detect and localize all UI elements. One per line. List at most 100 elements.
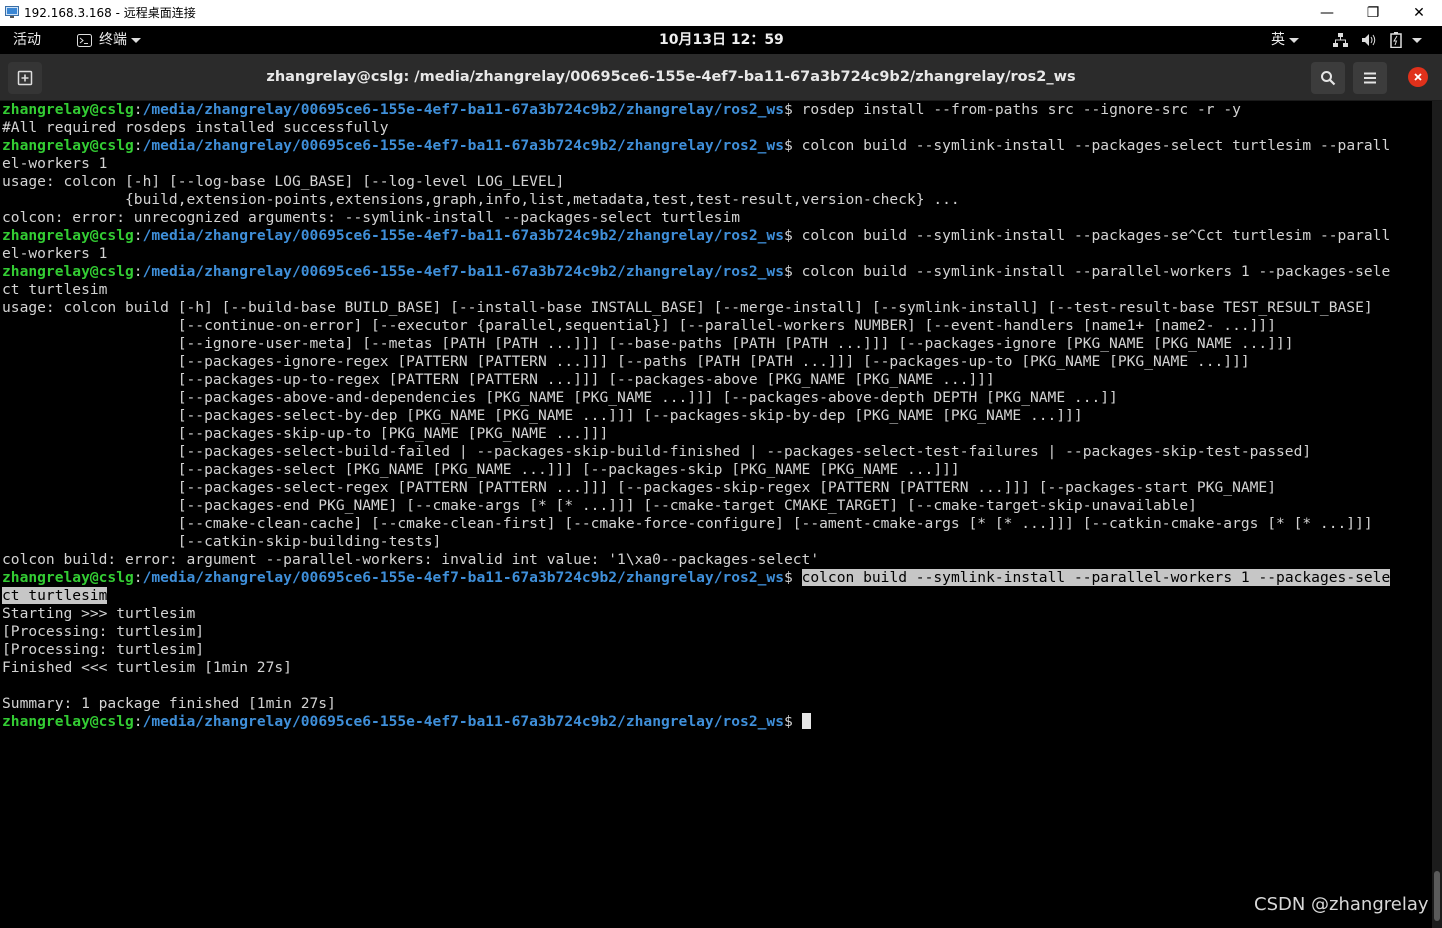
restore-button[interactable]: ❐ (1350, 0, 1396, 26)
close-icon (1414, 73, 1422, 81)
prompt-path: /media/zhangrelay/00695ce6-155e-4ef7-ba1… (142, 713, 784, 730)
output-line: [--packages-end PKG_NAME] [--cmake-args … (2, 497, 1390, 515)
app-menu[interactable]: 终端 (77, 26, 141, 54)
volume-icon (1362, 34, 1376, 46)
output-text: colcon: error: unrecognized arguments: -… (2, 209, 741, 226)
close-icon: ✕ (1413, 5, 1425, 21)
prompt-path: /media/zhangrelay/00695ce6-155e-4ef7-ba1… (142, 569, 784, 586)
output-text: [--packages-ignore-regex [PATTERN [PATTE… (2, 353, 1250, 370)
text-cursor (801, 713, 811, 729)
output-text: [--catkin-skip-building-tests] (2, 533, 442, 550)
prompt-user: zhangrelay@cslg (2, 569, 134, 586)
terminal-title: zhangrelay@cslg: /media/zhangrelay/00695… (266, 69, 1076, 85)
input-method-label: 英 (1271, 32, 1285, 48)
scrollbar-thumb[interactable] (1434, 871, 1440, 921)
prompt-user: zhangrelay@cslg (2, 101, 134, 118)
output-text: colcon build: error: argument --parallel… (2, 551, 820, 568)
output-text: [--continue-on-error] [--executor {paral… (2, 317, 1276, 334)
prompt-line: zhangrelay@cslg:/media/zhangrelay/00695c… (2, 713, 1390, 731)
command-text: rosdep install --from-paths src --ignore… (801, 101, 1241, 118)
output-line: [--packages-select-regex [PATTERN [PATTE… (2, 479, 1390, 497)
terminal-header-bar: zhangrelay@cslg: /media/zhangrelay/00695… (0, 54, 1442, 101)
minimize-button[interactable]: — (1304, 0, 1350, 26)
prompt-line: zhangrelay@cslg:/media/zhangrelay/00695c… (2, 227, 1390, 245)
output-line: [--catkin-skip-building-tests] (2, 533, 1390, 551)
prompt-separator: : (133, 227, 143, 244)
output-text: Summary: 1 package finished [1min 27s] (2, 695, 336, 712)
output-line: colcon: error: unrecognized arguments: -… (2, 209, 1390, 227)
output-line: [Processing: turtlesim] (2, 641, 1390, 659)
prompt-line: zhangrelay@cslg:/media/zhangrelay/00695c… (2, 263, 1390, 281)
output-line: [Processing: turtlesim] (2, 623, 1390, 641)
prompt-user: zhangrelay@cslg (2, 137, 134, 154)
chevron-down-icon (131, 37, 141, 43)
new-tab-button[interactable] (8, 62, 42, 94)
output-text: el-workers 1 (2, 245, 108, 262)
output-line: [--packages-ignore-regex [PATTERN [PATTE… (2, 353, 1390, 371)
menu-button[interactable] (1353, 62, 1387, 94)
output-line: {build,extension-points,extensions,graph… (2, 191, 1390, 209)
prompt-user: zhangrelay@cslg (2, 227, 134, 244)
chevron-down-icon (1289, 37, 1299, 43)
output-line: usage: colcon build [-h] [--build-base B… (2, 299, 1390, 317)
prompt-line: zhangrelay@cslg:/media/zhangrelay/00695c… (2, 569, 1391, 587)
close-window-button[interactable]: ✕ (1396, 0, 1442, 26)
output-text: [--packages-skip-up-to [PKG_NAME [PKG_NA… (2, 425, 609, 442)
output-line: [--continue-on-error] [--executor {paral… (2, 317, 1390, 335)
minimize-icon: — (1320, 5, 1334, 21)
output-line: Summary: 1 package finished [1min 27s] (2, 695, 1390, 713)
output-text: ct turtlesim (2, 281, 108, 298)
command-text: colcon build --symlink-install --package… (801, 227, 1391, 244)
output-text: [--packages-above-and-dependencies [PKG_… (2, 389, 1118, 406)
input-method-menu[interactable]: 英 (1271, 26, 1299, 54)
prompt-symbol: $ (784, 227, 802, 244)
terminal-scrollbar[interactable] (1432, 101, 1442, 928)
battery-icon (1390, 32, 1402, 48)
output-text: [Processing: turtlesim] (2, 623, 205, 640)
gnome-top-bar: 活动 终端 10月13日 12：59 英 (0, 26, 1442, 54)
prompt-user: zhangrelay@cslg (2, 713, 134, 730)
prompt-path: /media/zhangrelay/00695ce6-155e-4ef7-ba1… (142, 101, 784, 118)
terminal-icon (77, 33, 92, 47)
prompt-symbol: $ (784, 263, 802, 280)
terminal-close-button[interactable] (1408, 67, 1428, 87)
output-text: [--packages-select [PKG_NAME [PKG_NAME .… (2, 461, 960, 478)
system-status-menu[interactable] (1333, 26, 1422, 54)
activities-button[interactable]: 活动 (13, 26, 41, 54)
search-button[interactable] (1311, 62, 1345, 94)
terminal-output[interactable]: zhangrelay@cslg:/media/zhangrelay/00695c… (0, 101, 1432, 928)
network-icon (1333, 33, 1348, 47)
search-icon (1321, 71, 1336, 86)
output-text: [--packages-select-regex [PATTERN [PATTE… (2, 479, 1276, 496)
restore-icon: ❐ (1366, 5, 1380, 21)
prompt-path: /media/zhangrelay/00695ce6-155e-4ef7-ba1… (142, 227, 784, 244)
output-line: [--packages-up-to-regex [PATTERN [PATTER… (2, 371, 1390, 389)
output-text: [--packages-end PKG_NAME] [--cmake-args … (2, 497, 1197, 514)
watermark: CSDN @zhangrelay (1254, 894, 1429, 915)
output-text: el-workers 1 (2, 155, 108, 172)
output-line: el-workers 1 (2, 155, 1390, 173)
output-text: Finished <<< turtlesim [1min 27s] (2, 659, 292, 676)
terminal-lines: zhangrelay@cslg:/media/zhangrelay/00695c… (2, 101, 1391, 731)
output-line: [--packages-skip-up-to [PKG_NAME [PKG_NA… (2, 425, 1390, 443)
output-line: Starting >>> turtlesim (2, 605, 1390, 623)
prompt-symbol: $ (784, 713, 802, 730)
prompt-path: /media/zhangrelay/00695ce6-155e-4ef7-ba1… (142, 137, 784, 154)
output-text: {build,extension-points,extensions,graph… (2, 191, 960, 208)
prompt-separator: : (133, 713, 143, 730)
output-text: usage: colcon [-h] [--log-base LOG_BASE]… (2, 173, 565, 190)
prompt-symbol: $ (784, 101, 802, 118)
command-text: colcon build --symlink-install --paralle… (801, 263, 1391, 280)
output-text: [--ignore-user-meta] [--metas [PATH [PAT… (2, 335, 1294, 352)
output-line: [--ignore-user-meta] [--metas [PATH [PAT… (2, 335, 1390, 353)
clock[interactable]: 10月13日 12：59 (659, 26, 784, 54)
output-text: usage: colcon build [-h] [--build-base B… (2, 299, 1373, 316)
output-line: Finished <<< turtlesim [1min 27s] (2, 659, 1390, 677)
output-line: [--cmake-clean-cache] [--cmake-clean-fir… (2, 515, 1390, 533)
output-line: [--packages-select-build-failed | --pack… (2, 443, 1390, 461)
output-line: ct turtlesim (2, 587, 1390, 605)
prompt-line: zhangrelay@cslg:/media/zhangrelay/00695c… (2, 137, 1390, 155)
prompt-separator: : (133, 263, 143, 280)
command-text: colcon build --symlink-install --paralle… (801, 569, 1391, 586)
prompt-separator: : (133, 569, 143, 586)
